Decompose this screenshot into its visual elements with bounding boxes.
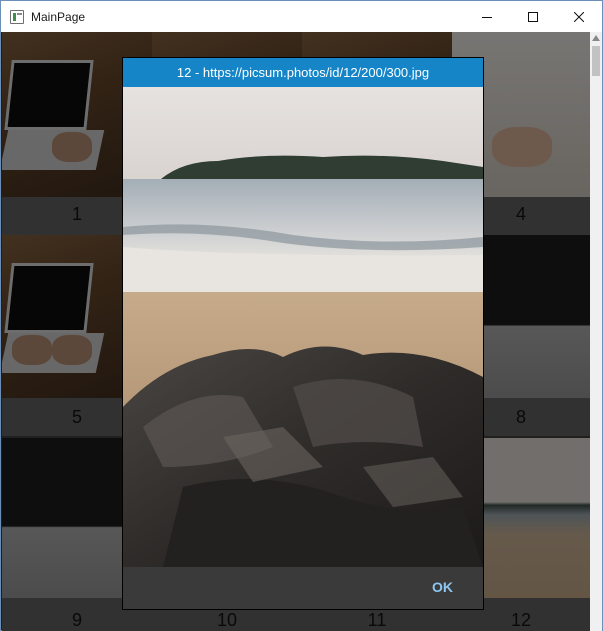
dialog-header: 12 - https://picsum.photos/id/12/200/300… [123, 58, 483, 87]
window-controls [464, 1, 602, 32]
chevron-up-icon [592, 35, 600, 41]
dialog-title: 12 - https://picsum.photos/id/12/200/300… [176, 65, 430, 80]
image-dialog: 12 - https://picsum.photos/id/12/200/300… [122, 57, 484, 610]
beach-rocks-photo [123, 87, 483, 567]
minimize-icon [482, 16, 492, 18]
minimize-button[interactable] [464, 1, 510, 32]
vertical-scrollbar[interactable] [590, 32, 602, 631]
ok-button[interactable]: OK [432, 579, 453, 595]
title-bar[interactable]: MainPage [1, 1, 602, 32]
dialog-footer: OK [123, 567, 483, 609]
scroll-thumb[interactable] [592, 46, 600, 76]
close-button[interactable] [556, 1, 602, 32]
window-title: MainPage [31, 9, 86, 24]
app-window: MainPage 1 4 5 8 9 10 11 12 12 - https:/… [0, 0, 603, 631]
maximize-icon [528, 11, 538, 22]
scroll-up-button[interactable] [590, 32, 602, 44]
maximize-button[interactable] [510, 1, 556, 32]
close-icon [574, 11, 584, 22]
dialog-photo [123, 87, 483, 567]
app-icon [10, 9, 24, 24]
